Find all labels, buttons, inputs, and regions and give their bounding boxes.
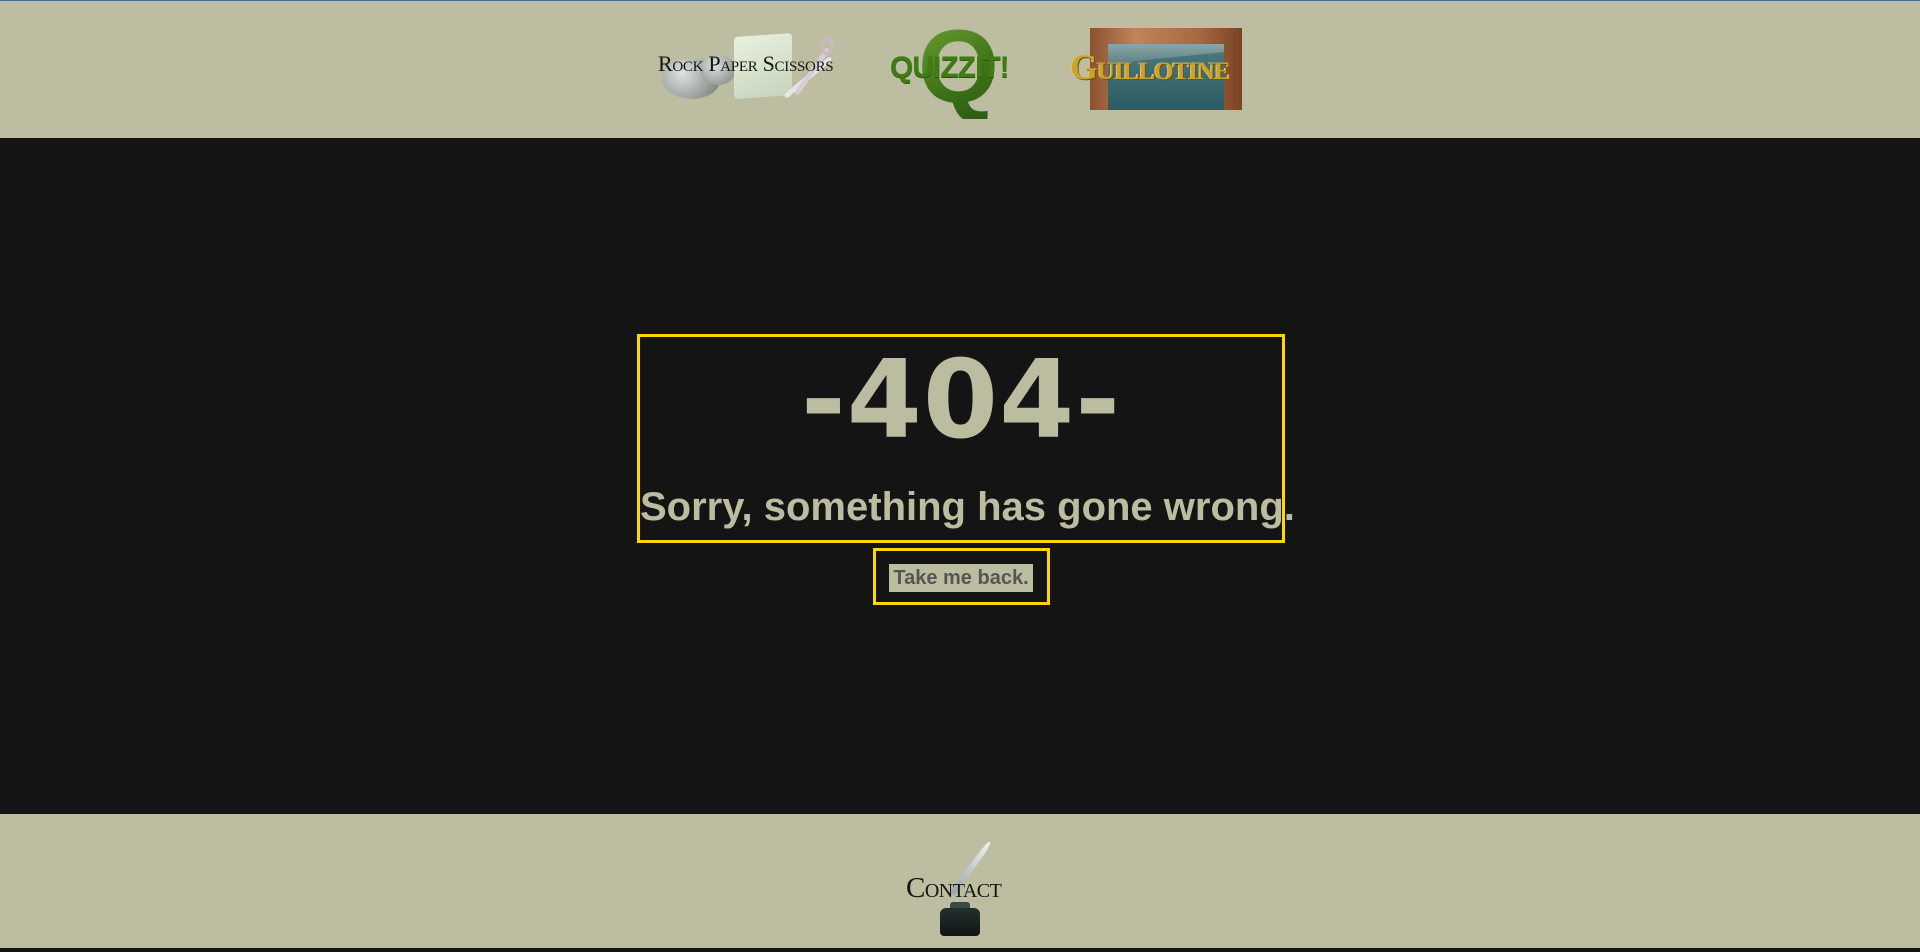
error-box: -404- Sorry, something has gone wrong. <box>637 334 1295 543</box>
main-content: -404- Sorry, something has gone wrong. T… <box>0 138 1920 814</box>
guillotine-link[interactable]: Guillotine <box>1068 28 1264 112</box>
take-me-back-button[interactable]: Take me back. <box>889 564 1033 592</box>
contact-label: Contact <box>906 872 1002 904</box>
contact-link[interactable]: Contact <box>904 834 1018 936</box>
footer: Contact <box>0 814 1920 948</box>
header-nav: Rock Paper Scissors Q QUIZZIT! Guillotin… <box>0 1 1920 138</box>
guillotine-label: Guillotine <box>1070 47 1231 87</box>
quizzit-label: QUIZZIT! <box>890 51 1010 84</box>
bottom-border <box>0 948 1920 952</box>
back-button-highlight: Take me back. <box>873 548 1050 605</box>
rock-paper-scissors-link[interactable]: Rock Paper Scissors <box>656 29 852 105</box>
error-message: Sorry, something has gone wrong. <box>640 485 1295 529</box>
inkwell-icon <box>940 908 980 936</box>
quizzit-link[interactable]: Q QUIZZIT! <box>888 15 1028 119</box>
rock-paper-scissors-label: Rock Paper Scissors <box>658 51 834 76</box>
error-code: -404- <box>800 338 1122 463</box>
